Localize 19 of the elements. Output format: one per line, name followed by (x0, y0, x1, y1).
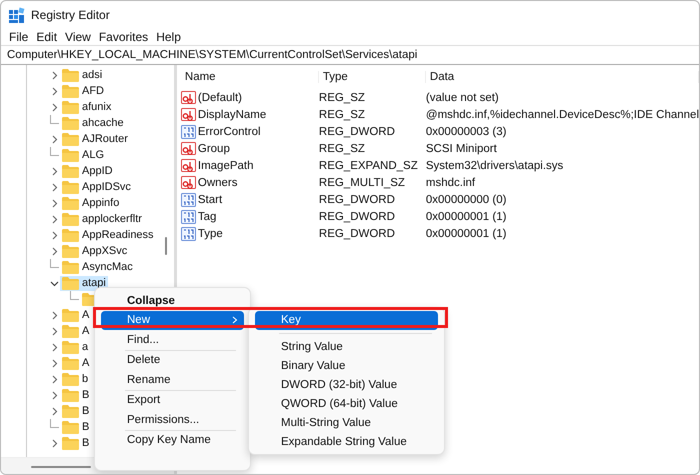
value-data: mshdc.inf (426, 176, 476, 188)
value-data: @mshdc.inf,%idechannel.DeviceDesc%;IDE Channel (426, 108, 699, 120)
value-type: REG_DWORD (318, 210, 396, 222)
value-type: REG_SZ (318, 92, 366, 104)
value-type: REG_SZ (318, 108, 366, 120)
value-data: SCSI Miniport (426, 142, 498, 154)
value-type: REG_SZ (318, 142, 366, 154)
value-data: (value not set) (426, 92, 500, 104)
value-type: REG_DWORD (318, 194, 396, 206)
value-data: 0x00000001 (1) (426, 228, 508, 240)
value-data: 0x00000003 (3) (426, 126, 508, 138)
value-type: REG_DWORD (318, 228, 396, 240)
window-title: Registry Editor (31, 8, 110, 22)
value-type: REG_EXPAND_SZ (318, 160, 419, 172)
value-data: 0x00000001 (1) (426, 210, 508, 222)
value-data: 0x00000000 (0) (426, 194, 508, 206)
value-type: REG_MULTI_SZ (318, 176, 406, 188)
value-type: REG_DWORD (318, 126, 396, 138)
value-data: System32\drivers\atapi.sys (426, 160, 564, 172)
